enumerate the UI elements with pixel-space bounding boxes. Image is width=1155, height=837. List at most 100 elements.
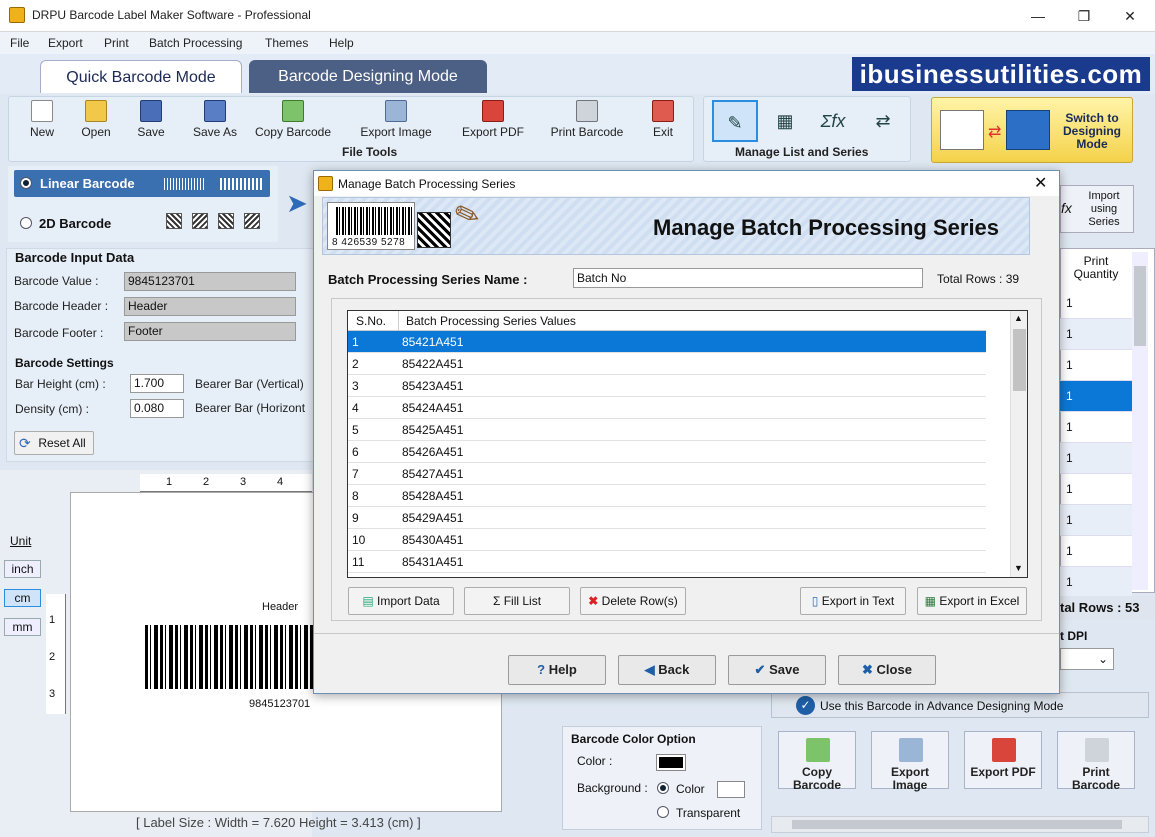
help-button[interactable]: ? Help	[508, 655, 606, 685]
ruler-tick-label: 3	[240, 476, 247, 488]
series-name-input[interactable]: Batch No	[573, 268, 923, 288]
table-row[interactable]: 10 85430A451	[348, 529, 986, 551]
import-using-series-button[interactable]: fx Import using Series	[1060, 185, 1134, 233]
barcode-footer-input[interactable]: Footer	[124, 322, 296, 341]
menu-file[interactable]: File	[10, 36, 29, 50]
tab-quick-barcode-mode[interactable]: Quick Barcode Mode	[40, 60, 242, 93]
scroll-down-icon[interactable]: ▼	[1014, 563, 1023, 573]
export-text-button[interactable]: ▯ Export in Text	[800, 587, 906, 615]
table-row[interactable]: 11 85431A451	[348, 551, 986, 573]
table-row[interactable]: 3 85423A451	[348, 375, 986, 397]
export-excel-button[interactable]: ▦ Export in Excel	[917, 587, 1027, 615]
2d-radio[interactable]	[20, 217, 32, 229]
quantity-cell[interactable]: 1	[1060, 288, 1132, 319]
export-pdf-button[interactable]: Export PDF	[458, 100, 528, 139]
table-scrollbar[interactable]: ▲ ▼	[1010, 311, 1027, 577]
dialog-divider	[314, 633, 1059, 634]
dialog-close-icon[interactable]: ✕	[1034, 173, 1047, 193]
quantity-cell[interactable]: 1	[1060, 474, 1132, 505]
reset-all-button[interactable]: ⟳ Reset All	[14, 431, 94, 455]
barcode-value-input[interactable]: 9845123701	[124, 272, 296, 291]
print-barcode-big-button[interactable]: Print Barcode	[1057, 731, 1135, 792]
back-button[interactable]: ◀ Back	[618, 655, 716, 685]
quantity-cell[interactable]: 1	[1060, 536, 1132, 567]
quantity-scrollbar[interactable]	[1132, 252, 1148, 590]
switch-to-designing-button[interactable]: ⇄ Switch to Designing Mode	[931, 97, 1133, 163]
unit-mm-button[interactable]: mm	[4, 618, 41, 636]
save-dialog-button[interactable]: ✔ Save	[728, 655, 826, 685]
tab-barcode-designing-mode[interactable]: Barcode Designing Mode	[249, 60, 487, 93]
export-pdf-big-button[interactable]: Export PDF	[964, 731, 1042, 789]
menu-print[interactable]: Print	[104, 36, 129, 50]
quantity-cell[interactable]: 1	[1060, 567, 1132, 598]
advance-mode-bar[interactable]: ✓ Use this Barcode in Advance Designing …	[771, 692, 1149, 718]
maximize-button[interactable]: ❐	[1061, 0, 1107, 32]
barcode-value-text: 9845123701	[249, 698, 311, 710]
export-image-button[interactable]: Export Image	[354, 100, 438, 139]
bg-color-swatch[interactable]	[717, 781, 745, 798]
new-button[interactable]: New	[26, 100, 58, 139]
ruler-tick-label: 2	[203, 476, 210, 488]
table-row[interactable]: 4 85424A451	[348, 397, 986, 419]
import-data-button[interactable]: ▤ Import Data	[348, 587, 454, 615]
open-button[interactable]: Open	[78, 100, 114, 139]
print-barcode-button[interactable]: Print Barcode	[546, 100, 628, 139]
save-as-button[interactable]: Save As	[188, 100, 242, 139]
manage-list-icon[interactable]: ✎	[712, 100, 758, 142]
close-window-button[interactable]: ✕	[1107, 0, 1153, 32]
density-input[interactable]: 0.080	[130, 399, 184, 418]
table-row[interactable]: 7 85427A451	[348, 463, 986, 485]
unit-inch-button[interactable]: inch	[4, 560, 41, 578]
bar-height-input[interactable]: 1.700	[130, 374, 184, 393]
export-image-big-button[interactable]: Export Image	[871, 731, 949, 792]
menu-batch-processing[interactable]: Batch Processing	[149, 36, 242, 50]
table-row[interactable]: 9 85429A451	[348, 507, 986, 529]
unit-cm-button[interactable]: cm	[4, 589, 41, 607]
quantity-cell[interactable]: 1	[1060, 505, 1132, 536]
close-dialog-button[interactable]: ✖ Close	[838, 655, 936, 685]
quantity-cell[interactable]: 1	[1060, 412, 1132, 443]
printer-icon	[1085, 738, 1109, 762]
copy-barcode-button[interactable]: Copy Barcode	[250, 100, 336, 139]
dpi-select[interactable]: ⌄	[1060, 648, 1114, 670]
quantity-cell[interactable]: 1	[1060, 443, 1132, 474]
table-row[interactable]: 8 85428A451	[348, 485, 986, 507]
series-formula-icon[interactable]: Σfx	[810, 100, 856, 142]
table-row[interactable]: 1 85421A451	[348, 331, 986, 353]
quantity-cell[interactable]: 1	[1060, 319, 1132, 350]
copy-barcode-big-button[interactable]: Copy Barcode	[778, 731, 856, 792]
table-row[interactable]: 2 85422A451	[348, 353, 986, 375]
minimize-button[interactable]: —	[1015, 0, 1061, 32]
table-row[interactable]: 6 85426A451	[348, 441, 986, 463]
advance-mode-label: Use this Barcode in Advance Designing Mo…	[820, 699, 1064, 713]
swap-icon[interactable]: ⇄	[860, 100, 906, 142]
quantity-cell[interactable]: 1	[1060, 350, 1132, 381]
row-value: 85423A451	[402, 379, 464, 393]
table-row[interactable]: 5 85425A451	[348, 419, 986, 441]
linear-radio[interactable]	[20, 177, 32, 189]
exit-button[interactable]: Exit	[648, 100, 678, 139]
menu-export[interactable]: Export	[48, 36, 83, 50]
quantity-cell[interactable]: 1	[1060, 381, 1132, 412]
horizontal-scrollbar[interactable]	[771, 816, 1149, 833]
back-label: Back	[658, 662, 690, 677]
linear-barcode-option[interactable]: Linear Barcode	[14, 170, 270, 197]
scrollbar-thumb[interactable]	[1013, 329, 1026, 391]
delete-rows-label: Delete Row(s)	[601, 594, 678, 608]
barcode-header-input[interactable]: Header	[124, 297, 296, 316]
delete-rows-button[interactable]: ✖ Delete Row(s)	[580, 587, 686, 615]
dialog-title-bar: Manage Batch Processing Series ✕	[314, 171, 1059, 196]
barcode-color-swatch[interactable]	[656, 754, 686, 771]
save-button[interactable]: Save	[134, 100, 168, 139]
scrollbar-thumb[interactable]	[792, 820, 1122, 829]
scrollbar-thumb[interactable]	[1134, 266, 1146, 346]
menu-bar: File Export Print Batch Processing Theme…	[0, 32, 1155, 54]
scroll-up-icon[interactable]: ▲	[1014, 313, 1023, 323]
fill-list-button[interactable]: Σ Fill List	[464, 587, 570, 615]
excel-import-icon[interactable]: ▦	[762, 100, 808, 142]
menu-help[interactable]: Help	[329, 36, 354, 50]
import-icon: ▤	[362, 594, 377, 608]
bg-transparent-radio[interactable]	[657, 806, 669, 818]
bg-color-radio[interactable]	[657, 782, 669, 794]
menu-themes[interactable]: Themes	[265, 36, 308, 50]
